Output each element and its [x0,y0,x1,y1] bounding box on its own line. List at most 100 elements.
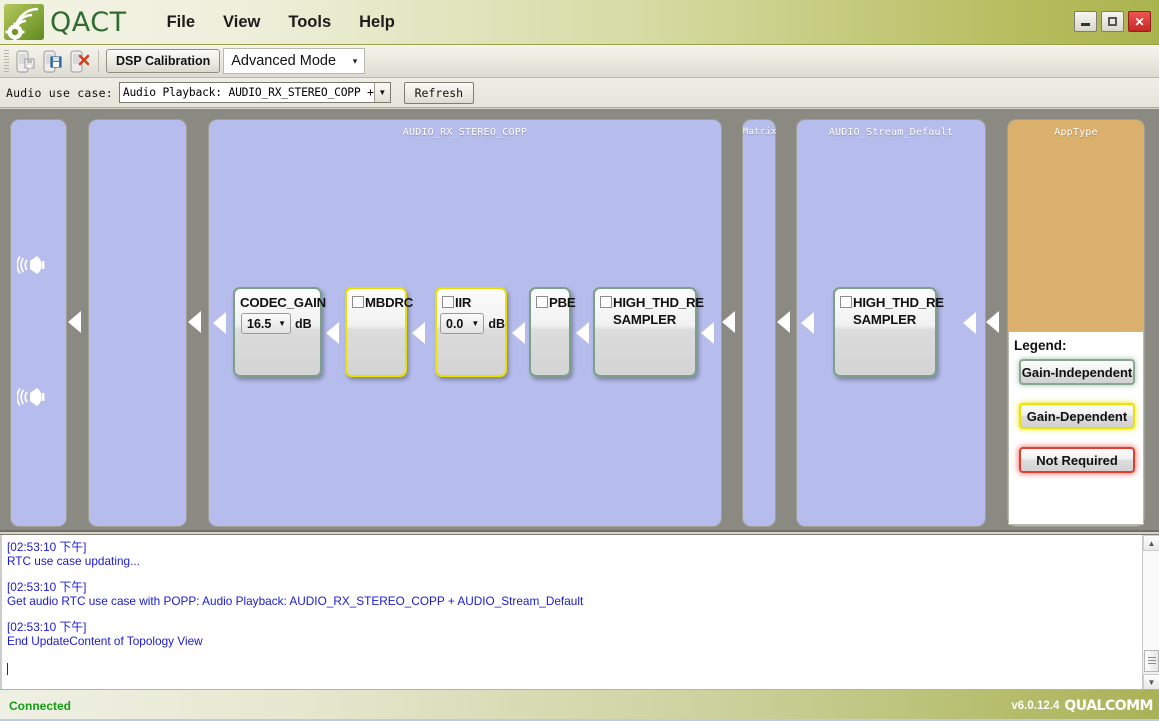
legend-item-gain-dependent: Gain-Dependent [1019,403,1135,429]
module-pbe[interactable]: PBE [529,287,576,377]
module-name: MBDRC [365,295,414,310]
menu-item-view[interactable]: View [209,9,274,36]
tab-dsp-calibration[interactable]: DSP Calibration [106,49,221,73]
toolbar: DSP Calibration Advanced Mode ▾ [0,45,1159,78]
flow-arrow-icon [777,311,790,333]
module-checkbox[interactable] [600,296,612,308]
use-case-bar: Audio use case: Audio Playback: AUDIO_RX… [0,78,1159,108]
stream-panel[interactable]: AUDIO_Stream_Default HIGH_THD_RE SAMPLER [796,119,986,527]
scroll-up-button[interactable]: ▲ [1143,535,1159,551]
module-header: HIGH_THD_RE SAMPLER [835,289,944,328]
log-timestamp: [02:53:10 下午] [7,540,87,554]
qact-gear-wifi-logo-icon [2,2,48,42]
copp-panel[interactable]: AUDIO_RX_STEREO_COPP CODEC_GAIN 16.5 ▼ d… [208,119,722,527]
matrix-panel[interactable]: Matrix [742,119,777,527]
stream-panel-title: AUDIO_Stream_Default [828,127,954,138]
flow-arrow-icon [188,311,201,333]
use-case-select-value: Audio Playback: AUDIO_RX_STEREO_COPP + A… [122,86,390,99]
chevron-down-icon: ▼ [471,319,480,328]
use-case-select[interactable]: Audio Playback: AUDIO_RX_STEREO_COPP + A… [118,82,391,103]
window-controls: ✕ [1074,11,1151,32]
connection-status: Connected [9,698,72,713]
save-as-device-button[interactable] [39,48,66,74]
maximize-icon [1108,17,1117,26]
scroll-thumb-grip [1147,656,1156,666]
log-message: Get audio RTC use case with POPP: Audio … [7,593,584,608]
log-spacer [7,608,1137,621]
gain-select[interactable]: 16.5 ▼ [241,313,291,334]
text-caret [7,663,8,675]
speaker-icon [16,250,51,280]
flow-arrow-icon [213,312,226,334]
module-high-thd-resampler[interactable]: HIGH_THD_RE SAMPLER [833,287,944,377]
module-name: CODEC_GAIN [240,295,326,310]
scroll-track[interactable] [1143,551,1159,652]
module-checkbox[interactable] [840,296,852,308]
gain-select-value: 0.0 [446,316,464,331]
menu-item-tools[interactable]: Tools [274,9,345,36]
log-scrollbar[interactable]: ▲ ▼ [1142,535,1159,690]
flow-arrow-icon [722,311,735,333]
gain-select[interactable]: 0.0 ▼ [440,313,485,334]
gain-unit: dB [488,316,505,331]
title-bar: QACT File View Tools Help ✕ [0,0,1159,45]
module-checkbox[interactable] [442,296,454,308]
scroll-down-button[interactable]: ▼ [1143,674,1159,690]
gain-row: 0.0 ▼ dB [437,311,505,334]
status-bar-right: v6.0.12.4 QUALCOMM [1011,698,1153,714]
flow-arrow-icon [801,312,814,334]
log-spacer [7,648,1137,661]
module-checkbox[interactable] [352,296,364,308]
maximize-button[interactable] [1101,11,1124,32]
module-iir[interactable]: IIR 0.0 ▼ dB [435,287,507,377]
gain-unit: dB [295,316,312,331]
module-name: HIGH_THD_RE SAMPLER [853,295,944,327]
chevron-down-icon: ▼ [373,83,390,102]
legend-box: Legend: Gain-Independent Gain-Dependent … [1008,331,1144,525]
menu-item-help[interactable]: Help [345,9,409,36]
refresh-button[interactable]: Refresh [403,81,474,104]
legend-item-not-required: Not Required [1019,447,1135,473]
gain-row: 16.5 ▼ dB [235,311,320,334]
speaker-icon [16,382,51,412]
topology-canvas: AUDIO_RX_STEREO_COPP CODEC_GAIN 16.5 ▼ d… [0,109,1159,532]
device-panel[interactable] [10,119,67,527]
minimize-button[interactable] [1074,11,1097,32]
flow-arrow-icon [576,322,589,344]
version-label: v6.0.12.4 [1011,699,1060,712]
save-device-icon [16,50,35,72]
use-case-label: Audio use case: [6,85,113,100]
log-timestamp: [02:53:10 下午] [7,620,87,634]
log-timestamp: [02:53:10 下午] [7,580,87,594]
module-checkbox[interactable] [536,296,548,308]
scroll-thumb[interactable] [1144,650,1159,672]
module-codec-gain[interactable]: CODEC_GAIN 16.5 ▼ dB [233,287,326,377]
toolbar-grip[interactable] [4,50,9,72]
qualcomm-logo: QUALCOMM [1064,697,1153,714]
module-mbdrc[interactable]: MBDRC [345,287,413,377]
device-group-panel[interactable] [88,119,187,527]
log-content[interactable]: [02:53:10 下午] RTC use case updating... [… [0,535,1141,689]
module-name: HIGH_THD_RE SAMPLER [613,295,704,327]
flow-arrow-icon [701,322,714,344]
mode-select[interactable]: Advanced Mode ▾ [223,48,366,74]
close-button[interactable]: ✕ [1128,11,1151,32]
copp-panel-title: AUDIO_RX_STEREO_COPP [402,127,528,138]
module-high-thd-resampler[interactable]: HIGH_THD_RE SAMPLER [593,287,704,377]
gain-select-value: 16.5 [247,316,272,331]
chevron-down-icon: ▾ [352,55,358,66]
legend-item-gain-independent: Gain-Independent [1019,359,1135,385]
menu-item-file[interactable]: File [153,9,209,36]
qact-main-window: QACT File View Tools Help ✕ DSP Calibrat… [0,0,1159,721]
flow-arrow-icon [986,311,999,333]
save-as-device-icon [43,50,62,72]
flow-arrow-icon [326,322,339,344]
save-device-button[interactable] [12,48,39,74]
log-spacer [7,568,1137,581]
log-panel: [02:53:10 下午] RTC use case updating... [… [0,534,1159,690]
module-header: IIR [437,289,505,311]
module-name: IIR [455,295,472,310]
minimize-icon [1081,23,1090,26]
delete-device-button[interactable] [66,48,93,74]
legend-title: Legend: [1014,338,1067,353]
